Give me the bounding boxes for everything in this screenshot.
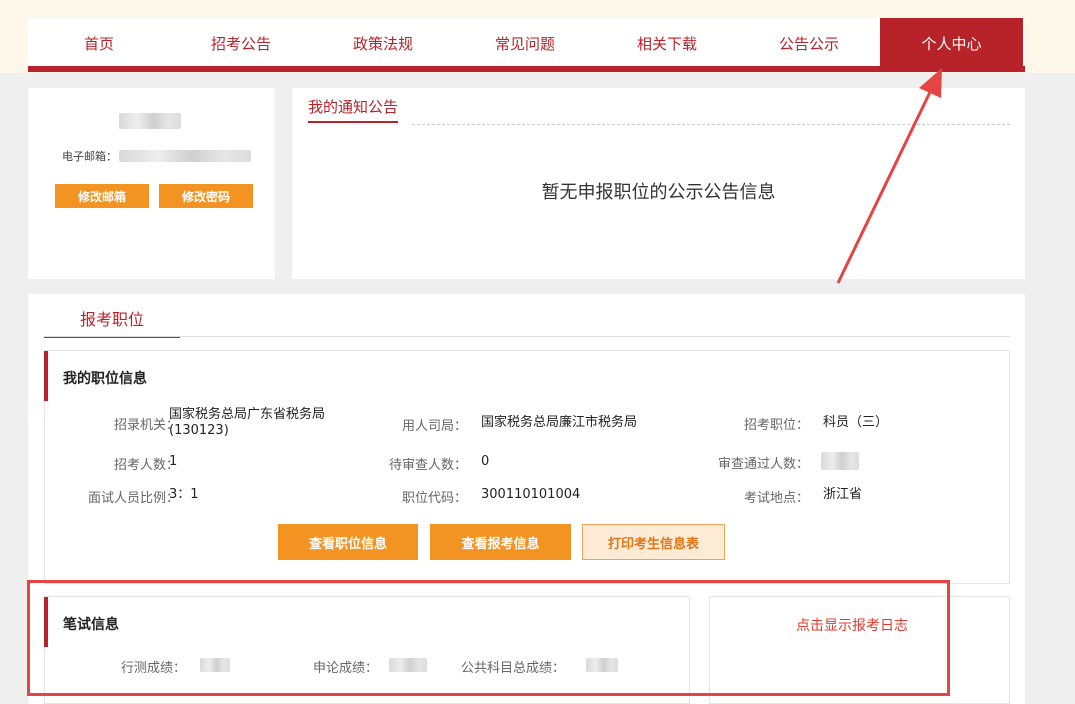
annotation-arrow-icon	[836, 68, 942, 284]
